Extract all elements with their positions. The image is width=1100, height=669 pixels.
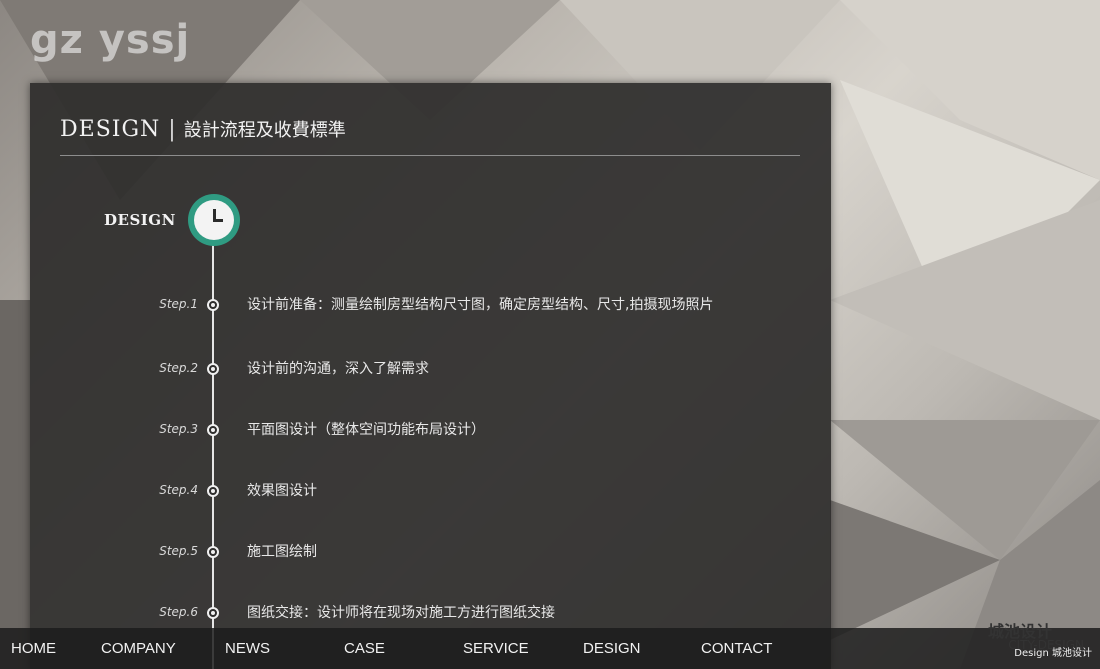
page-title: DESIGN | 設計流程及收費標準 — [60, 116, 346, 142]
step-dot-icon — [207, 485, 219, 497]
step-label: Step.3 — [159, 422, 198, 436]
nav-home[interactable]: HOME — [11, 628, 56, 669]
timeline-step-3: Step.3 平面图设计（整体空间功能布局设计） — [30, 419, 831, 443]
step-label: Step.5 — [159, 544, 198, 558]
clock-hand-minute — [213, 219, 223, 222]
step-dot-icon — [207, 299, 219, 311]
title-divider — [60, 155, 800, 156]
step-dot-icon — [207, 546, 219, 558]
nav-company[interactable]: COMPANY — [101, 628, 176, 669]
step-label: Step.2 — [159, 361, 198, 375]
nav-contact[interactable]: CONTACT — [701, 628, 772, 669]
site-logo[interactable]: gz yssj — [30, 14, 190, 66]
main-nav: HOME COMPANY NEWS CASE SERVICE DESIGN CO… — [0, 628, 1100, 669]
timeline-step-2: Step.2 设计前的沟通，深入了解需求 — [30, 358, 831, 382]
step-description: 效果图设计 — [247, 483, 317, 499]
step-label: Step.6 — [159, 605, 198, 619]
title-english: DESIGN — [60, 117, 161, 142]
step-description: 施工图绘制 — [247, 544, 317, 560]
timeline-title: DESIGN — [104, 211, 176, 229]
brand-tagline: Design 城池设计 — [1014, 648, 1092, 659]
clock-icon — [188, 194, 240, 246]
nav-service[interactable]: SERVICE — [463, 628, 529, 669]
step-description: 平面图设计（整体空间功能布局设计） — [247, 422, 485, 438]
step-dot-icon — [207, 607, 219, 619]
clock-face — [194, 200, 234, 240]
timeline-step-1: Step.1 设计前准备：测量绘制房型结构尺寸图，确定房型结构、尺寸,拍摄现场照… — [30, 294, 831, 318]
step-label: Step.4 — [159, 483, 198, 497]
design-process-panel: DESIGN | 設計流程及收費標準 DESIGN Step.1 设计前准备：测量绘… — [30, 83, 831, 669]
title-chinese: 設計流程及收費標準 — [183, 120, 346, 141]
nav-case[interactable]: CASE — [344, 628, 385, 669]
step-description: 设计前的沟通，深入了解需求 — [247, 361, 429, 377]
step-dot-icon — [207, 424, 219, 436]
timeline-step-4: Step.4 效果图设计 — [30, 480, 831, 504]
step-dot-icon — [207, 363, 219, 375]
nav-news[interactable]: NEWS — [225, 628, 270, 669]
step-label: Step.1 — [159, 297, 198, 311]
title-separator: | — [168, 117, 176, 142]
step-description: 设计前准备：测量绘制房型结构尺寸图，确定房型结构、尺寸,拍摄现场照片 — [247, 297, 714, 313]
nav-design[interactable]: DESIGN — [583, 628, 641, 669]
timeline-step-5: Step.5 施工图绘制 — [30, 541, 831, 565]
timeline-step-6: Step.6 图纸交接：设计师将在现场对施工方进行图纸交接 — [30, 602, 831, 626]
step-description: 图纸交接：设计师将在现场对施工方进行图纸交接 — [247, 605, 555, 621]
